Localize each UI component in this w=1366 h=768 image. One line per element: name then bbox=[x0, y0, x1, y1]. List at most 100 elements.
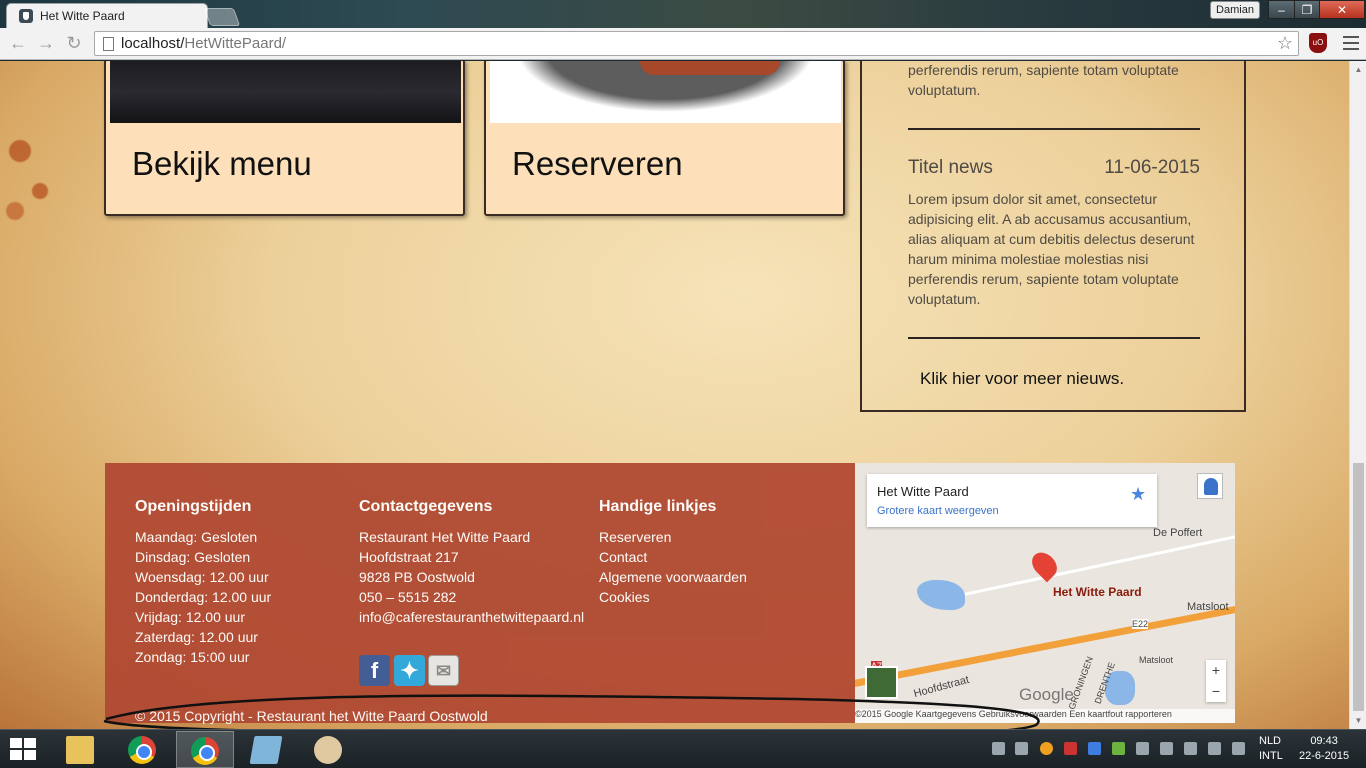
map-label: E22 bbox=[1132, 619, 1149, 629]
menu-card[interactable]: Bekijk menu bbox=[104, 61, 465, 216]
map-info-card: Het Witte Paard Grotere kaart weergeven … bbox=[867, 474, 1157, 527]
system-tray bbox=[990, 740, 1250, 758]
contact-heading: Contactgegevens bbox=[359, 498, 493, 515]
footer-link-terms[interactable]: Algemene voorwaarden bbox=[599, 567, 747, 587]
page-viewport: Bekijk menu Reserveren perferendis rerum… bbox=[0, 61, 1349, 729]
windows-flag-icon[interactable] bbox=[992, 742, 1005, 755]
url-text: localhost/HetWittePaard/ bbox=[121, 35, 287, 52]
minimize-button[interactable]: – bbox=[1268, 0, 1295, 19]
hours-line: Zaterdag: 12.00 uur bbox=[135, 629, 258, 645]
zoom-in-button[interactable]: + bbox=[1206, 660, 1226, 681]
more-news-link[interactable]: Klik hier voor meer nieuws. bbox=[920, 369, 1124, 389]
contact-line: Hoofdstraat 217 bbox=[359, 549, 459, 565]
reserve-card[interactable]: Reserveren bbox=[484, 61, 845, 216]
display-icon[interactable] bbox=[1136, 742, 1149, 755]
footer-link-reserveren[interactable]: Reserveren bbox=[599, 527, 747, 547]
bluetooth-icon[interactable] bbox=[1088, 742, 1101, 755]
news-item-date: 11-06-2015 bbox=[1104, 157, 1200, 178]
browser-toolbar: ← → ↻ localhost/HetWittePaard/ ☆ bbox=[0, 28, 1366, 60]
footer-link-cookies[interactable]: Cookies bbox=[599, 587, 747, 607]
opening-hours-heading: Openingstijden bbox=[135, 498, 252, 515]
maximize-button[interactable]: ❐ bbox=[1294, 0, 1320, 19]
mail-icon[interactable]: ✉ bbox=[428, 655, 459, 686]
embedded-map[interactable]: Het Witte Paard Grotere kaart weergeven … bbox=[855, 463, 1235, 723]
system-clock[interactable]: 09:43 22-6-2015 bbox=[1299, 734, 1349, 764]
page-scrollbar[interactable]: ▲ ▼ bbox=[1349, 61, 1366, 729]
folder-icon bbox=[66, 736, 94, 764]
contact-column: Contactgegevens Restaurant Het Witte Paa… bbox=[359, 498, 584, 627]
chrome-icon bbox=[191, 737, 219, 765]
page-icon bbox=[103, 37, 114, 51]
map-water bbox=[917, 580, 965, 610]
flag-icon[interactable] bbox=[1160, 742, 1173, 755]
news-panel: perferendis rerum, sapiente totam volupt… bbox=[860, 61, 1246, 412]
map-highway bbox=[855, 599, 1235, 690]
map-pin-icon[interactable] bbox=[1027, 547, 1062, 583]
power-icon[interactable] bbox=[1184, 742, 1197, 755]
hours-line: Dinsdag: Gesloten bbox=[135, 549, 251, 565]
hours-line: Zondag: 15:00 uur bbox=[135, 649, 250, 665]
volume-icon[interactable] bbox=[1232, 742, 1245, 755]
profile-button[interactable]: Damian bbox=[1210, 1, 1260, 19]
contact-phone: 050 – 5515 282 bbox=[359, 589, 457, 605]
save-star-icon[interactable]: ★ bbox=[1130, 484, 1146, 505]
reload-icon[interactable]: ↻ bbox=[64, 34, 84, 54]
start-button[interactable] bbox=[10, 738, 38, 762]
hand-drawn-annotation bbox=[103, 694, 1040, 729]
larger-map-link[interactable]: Grotere kaart weergeven bbox=[877, 505, 999, 517]
close-window-button[interactable]: ✕ bbox=[1319, 0, 1365, 19]
footer-link-contact[interactable]: Contact bbox=[599, 547, 747, 567]
nvidia-icon[interactable] bbox=[1112, 742, 1125, 755]
taskbar-notepad[interactable] bbox=[238, 731, 296, 768]
signal-icon[interactable] bbox=[1208, 742, 1221, 755]
windows-taskbar: NLD INTL 09:43 22-6-2015 bbox=[0, 729, 1366, 768]
site-footer: Openingstijden Maandag: Gesloten Dinsdag… bbox=[105, 463, 855, 724]
map-label: Matsloot bbox=[1139, 655, 1174, 665]
taskbar-chrome[interactable] bbox=[114, 731, 172, 768]
news-text-previous: perferendis rerum, sapiente totam volupt… bbox=[908, 62, 1179, 98]
browser-titlebar: Het Witte Paard Damian – ❐ ✕ bbox=[0, 0, 1366, 28]
browser-tab[interactable]: Het Witte Paard bbox=[6, 3, 208, 28]
menu-card-title[interactable]: Bekijk menu bbox=[132, 145, 312, 183]
hours-line: Maandag: Gesloten bbox=[135, 529, 258, 545]
language-indicator[interactable]: NLD INTL bbox=[1259, 734, 1283, 764]
scroll-up-arrow-icon[interactable]: ▲ bbox=[1353, 64, 1364, 75]
network-error-icon[interactable] bbox=[1064, 742, 1077, 755]
ublock-extension-icon[interactable]: uO bbox=[1309, 33, 1327, 53]
notepad-icon bbox=[249, 736, 283, 764]
scroll-thumb[interactable] bbox=[1353, 463, 1364, 711]
forward-arrow-icon[interactable]: → bbox=[36, 34, 56, 54]
address-bar[interactable]: localhost/HetWittePaard/ ☆ bbox=[94, 31, 1299, 56]
scroll-down-arrow-icon[interactable]: ▼ bbox=[1353, 715, 1364, 726]
chrome-menu-icon[interactable] bbox=[1343, 36, 1359, 50]
map-place-title: Het Witte Paard bbox=[877, 484, 969, 499]
taskbar-paint[interactable] bbox=[300, 731, 358, 768]
back-arrow-icon[interactable]: ← bbox=[8, 34, 28, 54]
contact-line: 9828 PB Oostwold bbox=[359, 569, 475, 585]
zoom-out-button[interactable]: − bbox=[1206, 681, 1226, 702]
hours-line: Vrijdag: 12.00 uur bbox=[135, 609, 245, 625]
new-tab-button[interactable] bbox=[203, 8, 241, 26]
paint-palette-icon bbox=[314, 736, 342, 764]
menu-card-image bbox=[110, 61, 461, 123]
news-divider bbox=[908, 337, 1200, 339]
facebook-icon[interactable]: f bbox=[359, 655, 390, 686]
street-view-pegman-icon[interactable] bbox=[1197, 473, 1223, 499]
cloud-icon[interactable] bbox=[1015, 742, 1028, 755]
hours-line: Donderdag: 12.00 uur bbox=[135, 589, 272, 605]
chrome-icon bbox=[128, 736, 156, 764]
tab-title: Het Witte Paard bbox=[40, 9, 125, 23]
taskbar-explorer[interactable] bbox=[52, 731, 110, 768]
reserve-card-title[interactable]: Reserveren bbox=[512, 145, 683, 183]
avast-icon[interactable] bbox=[1040, 742, 1053, 755]
links-column: Handige linkjes Reserveren Contact Algem… bbox=[599, 498, 747, 607]
contact-email-link[interactable]: info@caferestauranthetwittepaard.nl bbox=[359, 607, 584, 627]
map-pin-label: Het Witte Paard bbox=[1053, 585, 1142, 599]
twitter-icon[interactable]: ✦ bbox=[394, 655, 425, 686]
news-item-title: Titel news bbox=[908, 157, 993, 178]
contact-line: Restaurant Het Witte Paard bbox=[359, 529, 531, 545]
taskbar-chrome-active[interactable] bbox=[176, 731, 234, 768]
bookmark-star-icon[interactable]: ☆ bbox=[1277, 33, 1293, 54]
site-favicon-icon bbox=[19, 9, 33, 23]
opening-hours-column: Openingstijden Maandag: Gesloten Dinsdag… bbox=[135, 498, 271, 667]
